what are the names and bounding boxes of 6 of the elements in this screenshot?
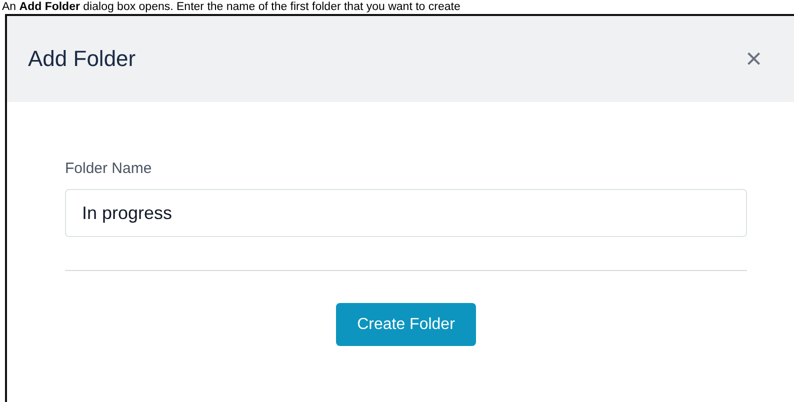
field-label: Folder Name (65, 160, 153, 177)
create-folder-button[interactable]: Create Folder (336, 303, 476, 346)
close-button[interactable]: × (742, 45, 766, 73)
folder-name-field[interactable]: In progress (65, 189, 747, 237)
dialog-title: Add Folder (28, 46, 136, 72)
instruction-text: An Add Folder dialog box opens. Enter the name of the first folder that you want to create (1, 0, 462, 14)
